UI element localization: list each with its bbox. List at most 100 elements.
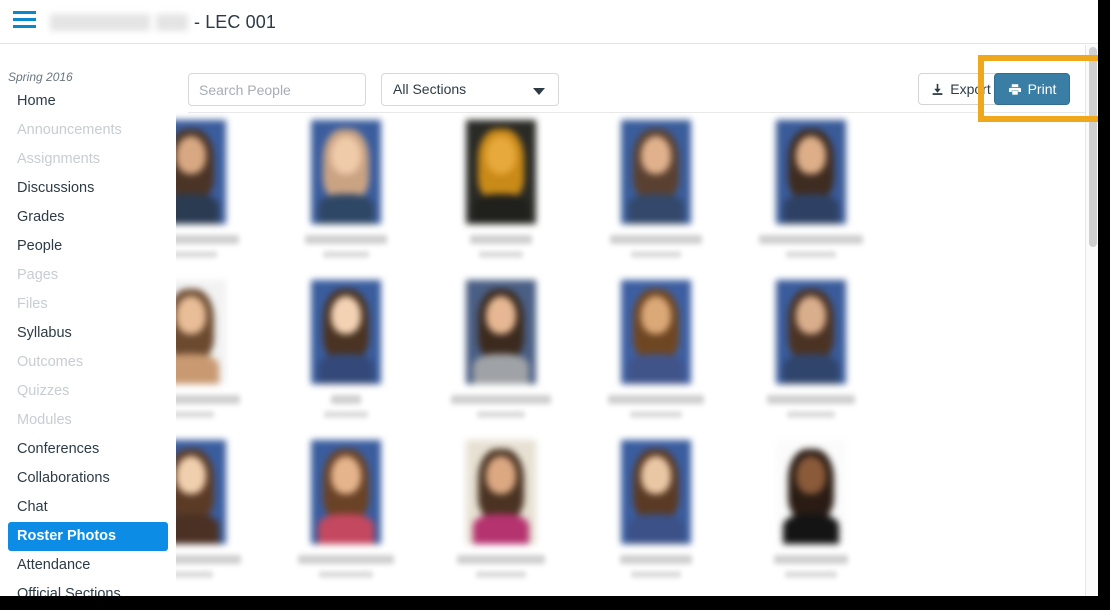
sidebar-item-people[interactable]: People xyxy=(8,232,168,261)
scrollbar-thumb[interactable] xyxy=(1089,47,1097,247)
student-name-redacted xyxy=(450,395,551,404)
student-name-redacted xyxy=(619,555,692,564)
student-photo xyxy=(176,440,226,544)
student-id-redacted xyxy=(176,571,213,578)
roster-student-card[interactable] xyxy=(733,280,888,418)
roster-student-card[interactable] xyxy=(423,440,578,578)
screen: - LEC 001 Spring 2016 Home Announcements A… xyxy=(0,0,1110,610)
student-id-redacted xyxy=(318,571,373,578)
student-id-redacted xyxy=(475,571,526,578)
roster-student-card[interactable] xyxy=(176,440,268,578)
sidebar-item-roster-photos[interactable]: Roster Photos xyxy=(8,522,168,551)
student-photo xyxy=(310,280,381,384)
page-header: - LEC 001 xyxy=(0,0,1098,44)
course-code-redacted xyxy=(156,13,188,31)
vertical-scrollbar[interactable] xyxy=(1085,45,1098,596)
roster-row xyxy=(176,120,1098,280)
roster-student-card[interactable] xyxy=(733,440,888,578)
student-id-redacted xyxy=(784,571,837,578)
student-name-redacted xyxy=(330,395,361,404)
roster-student-card[interactable] xyxy=(268,440,423,578)
roster-student-card[interactable] xyxy=(268,280,423,418)
student-id-redacted xyxy=(786,411,835,418)
term-label: Spring 2016 xyxy=(8,70,73,84)
student-id-redacted xyxy=(630,251,681,258)
student-id-redacted xyxy=(176,251,217,258)
student-name-redacted xyxy=(297,555,394,564)
roster-row xyxy=(176,440,1098,596)
roster-student-card[interactable] xyxy=(423,120,578,258)
course-name-redacted xyxy=(50,13,150,31)
sidebar-item-outcomes: Outcomes xyxy=(17,354,84,370)
roster-student-card[interactable] xyxy=(268,120,423,258)
toolbar-divider xyxy=(188,112,1086,113)
student-name-redacted xyxy=(758,235,863,244)
sidebar-item-chat[interactable]: Chat xyxy=(8,493,168,522)
export-button[interactable]: Export xyxy=(918,73,1004,105)
roster-student-card[interactable] xyxy=(578,120,733,258)
breadcrumb-suffix: - LEC 001 xyxy=(194,11,276,32)
student-photo xyxy=(176,280,226,384)
student-name-redacted xyxy=(766,395,855,404)
roster-student-card[interactable] xyxy=(733,120,888,258)
roster-student-card[interactable] xyxy=(578,280,733,418)
sidebar-item-discussions[interactable]: Discussions xyxy=(8,174,168,203)
student-name-redacted xyxy=(176,555,241,564)
chevron-down-icon xyxy=(533,88,545,95)
student-id-redacted xyxy=(176,411,214,418)
student-id-redacted xyxy=(629,411,682,418)
roster-row xyxy=(176,280,1098,440)
printer-icon xyxy=(1008,83,1021,95)
sidebar-item-pages: Pages xyxy=(17,267,59,283)
section-filter-dropdown[interactable]: All Sections xyxy=(381,73,559,106)
main-content: All Sections Export Pr xyxy=(176,45,1098,596)
search-input[interactable] xyxy=(188,73,366,106)
sidebar-item-assignments: Assignments xyxy=(17,151,101,167)
student-name-redacted xyxy=(607,395,704,404)
student-name-redacted xyxy=(609,235,702,244)
student-photo xyxy=(465,280,536,384)
sidebar-item-syllabus[interactable]: Syllabus xyxy=(8,319,168,348)
student-id-redacted xyxy=(322,251,369,258)
sidebar-item-home[interactable]: Home xyxy=(8,87,168,116)
roster-student-card[interactable] xyxy=(578,440,733,578)
student-id-redacted xyxy=(785,251,836,258)
print-button-label: Print xyxy=(1027,81,1057,97)
student-name-redacted xyxy=(176,235,239,244)
breadcrumb: - LEC 001 xyxy=(50,8,276,36)
export-button-label: Export xyxy=(950,81,991,97)
sidebar-item-grades[interactable]: Grades xyxy=(8,203,168,232)
sidebar-item-files: Files xyxy=(17,296,48,312)
student-name-redacted xyxy=(176,395,240,404)
roster-student-card[interactable] xyxy=(176,120,268,258)
sidebar-item-official-sections[interactable]: Official Sections xyxy=(8,580,168,596)
student-name-redacted xyxy=(456,555,545,564)
student-name-redacted xyxy=(773,555,848,564)
sidebar-item-announcements: Announcements xyxy=(17,122,122,138)
student-photo xyxy=(775,120,846,224)
screenshot-bottom-border xyxy=(0,596,1110,610)
roster-student-card[interactable] xyxy=(176,280,268,418)
student-photo xyxy=(620,120,691,224)
student-id-redacted xyxy=(323,411,368,418)
course-nav-list: Home Announcements Assignments Discussions G… xyxy=(0,87,176,596)
student-id-redacted xyxy=(630,571,681,578)
screenshot-right-border xyxy=(1098,0,1110,610)
student-photo xyxy=(620,440,691,544)
student-id-redacted xyxy=(476,411,525,418)
sidebar-item-collaborations[interactable]: Collaborations xyxy=(8,464,168,493)
sidebar-item-quizzes: Quizzes xyxy=(17,383,70,399)
browser-viewport: - LEC 001 Spring 2016 Home Announcements A… xyxy=(0,0,1098,596)
roster-toolbar: All Sections Export Pr xyxy=(176,45,1098,112)
student-photo xyxy=(465,120,536,224)
student-name-redacted xyxy=(304,235,387,244)
hamburger-menu-icon[interactable] xyxy=(13,11,36,29)
sidebar-item-attendance[interactable]: Attendance xyxy=(8,551,168,580)
roster-student-card[interactable] xyxy=(423,280,578,418)
section-filter-label: All Sections xyxy=(393,81,467,97)
print-button[interactable]: Print xyxy=(994,73,1070,105)
student-id-redacted xyxy=(478,251,523,258)
sidebar-item-conferences[interactable]: Conferences xyxy=(8,435,168,464)
student-photo xyxy=(620,280,691,384)
student-photo xyxy=(465,440,536,544)
